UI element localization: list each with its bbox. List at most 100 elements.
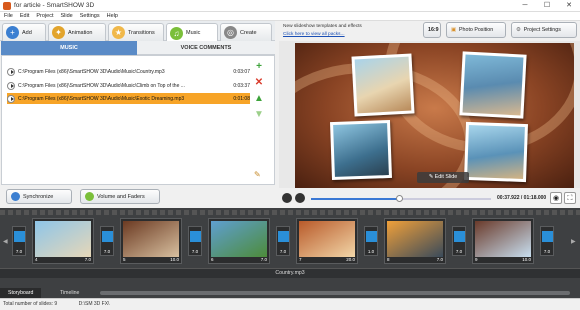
menu-bar: File Edit Project Slide Settings Help [0, 12, 580, 21]
camera-icon[interactable]: ◉ [550, 192, 562, 204]
volume-icon [85, 192, 94, 201]
tab-create[interactable]: ◎ Create [220, 23, 272, 41]
scroll-left-icon[interactable]: ◀ [3, 238, 8, 245]
tab-transitions[interactable]: ★ Transitions [108, 23, 164, 41]
volume-faders-button[interactable]: Volume and Faders [80, 189, 160, 204]
track-duration: 0:03:07 [233, 68, 250, 75]
menu-slide[interactable]: Slide [60, 12, 72, 20]
photo-image [462, 54, 524, 116]
status-bar: Total number of slides: 9 D:\SM 3D FX\ [0, 298, 580, 309]
transition-thumb[interactable]: 7.0 [540, 226, 554, 256]
slide-image [299, 221, 355, 257]
track-duration: 0:01:08 [233, 95, 250, 102]
photo-position-label: Photo Position [459, 27, 494, 33]
maximize-button[interactable]: ☐ [536, 0, 558, 12]
slide-thumb[interactable]: 6 7.0 [208, 218, 270, 264]
menu-project[interactable]: Project [36, 12, 53, 20]
preview-toolbar: New slideshow templates and effects Clic… [279, 21, 580, 41]
minimize-button[interactable]: ─ [514, 0, 536, 12]
play-icon[interactable] [282, 193, 292, 203]
view-tabs: Storyboard Timeline [0, 288, 580, 298]
fullscreen-icon[interactable]: ⛶ [564, 192, 576, 204]
music-footer: Synchronize Volume and Faders [0, 186, 275, 208]
volume-faders-label: Volume and Faders [97, 193, 145, 200]
music-track[interactable]: C:\Program Files (x86)\SmartSHOW 3D\Audi… [7, 66, 250, 77]
music-track[interactable]: C:\Program Files (x86)\SmartSHOW 3D\Audi… [7, 80, 250, 91]
slide-duration: 10.0 [522, 257, 531, 262]
transition-duration: 7.0 [15, 249, 23, 254]
slide-thumb[interactable]: 8 7.0 [384, 218, 446, 264]
transition-thumb[interactable]: 7.0 [12, 226, 26, 256]
tab-music-list[interactable]: MUSIC [1, 41, 137, 55]
photo-position-button[interactable]: ▣ Photo Position [446, 22, 506, 38]
transition-thumb[interactable]: 1.0 [364, 226, 378, 256]
tab-storyboard[interactable]: Storyboard [0, 288, 42, 298]
remove-track-icon[interactable]: ✕ [253, 77, 265, 89]
move-up-icon[interactable]: ▲ [253, 93, 265, 105]
tab-animation-label: Animation [68, 29, 93, 36]
transition-thumb[interactable]: 7.0 [188, 226, 202, 256]
tab-animation[interactable]: ✦ Animation [48, 23, 106, 41]
play-track-icon[interactable] [7, 94, 15, 103]
project-path: D:\SM 3D FX\ [78, 301, 110, 307]
play-track-icon[interactable] [7, 67, 15, 76]
slide-preview: ✎ Edit Slide [279, 41, 580, 188]
tab-voice-comments[interactable]: VOICE COMMENTS [137, 41, 275, 55]
menu-edit[interactable]: Edit [20, 12, 29, 20]
tab-add[interactable]: + Add [2, 23, 46, 41]
slide-duration: 7.0 [84, 257, 91, 262]
view-packs-link[interactable]: Click here to view all packs... [283, 31, 362, 39]
aspect-ratio-button[interactable]: 16:9 [423, 22, 441, 38]
stop-icon[interactable] [295, 193, 305, 203]
playback-knob[interactable] [396, 195, 403, 202]
slide-count: Total number of slides: 9 [3, 301, 58, 307]
tab-add-label: Add [22, 29, 32, 36]
tab-timeline[interactable]: Timeline [52, 288, 87, 298]
audio-track-bar[interactable]: Country.mp3 [0, 268, 580, 278]
scroll-right-icon[interactable]: ▶ [571, 238, 576, 245]
collage-photo [330, 119, 392, 181]
add-track-icon[interactable]: + [253, 61, 265, 73]
templates-hint: New slideshow templates and effects Clic… [283, 23, 362, 39]
slide-thumb[interactable]: 7 20.0 [296, 218, 358, 264]
playback-slider[interactable] [311, 195, 491, 202]
tab-music[interactable]: ♫ Music [166, 23, 218, 42]
menu-settings[interactable]: Settings [80, 12, 100, 20]
slide-thumb[interactable]: 4 7.0 [32, 218, 94, 264]
menu-file[interactable]: File [4, 12, 13, 20]
music-track-selected[interactable]: C:\Program Files (x86)\SmartSHOW 3D\Audi… [7, 93, 250, 104]
transition-duration: 7.0 [279, 249, 287, 254]
brush-icon[interactable]: ✎ [254, 170, 261, 179]
photo-position-icon: ▣ [451, 27, 457, 33]
transition-thumb[interactable]: 7.0 [276, 226, 290, 256]
transitions-icon: ★ [112, 26, 125, 39]
menu-help[interactable]: Help [107, 12, 118, 20]
transition-thumb[interactable]: 7.0 [100, 226, 114, 256]
create-icon: ◎ [224, 26, 237, 39]
tab-transitions-label: Transitions [128, 29, 155, 36]
edit-slide-button[interactable]: ✎ Edit Slide [417, 172, 469, 183]
transition-icon [366, 231, 377, 242]
storyboard: ◀ ▶ 7.0 4 7.0 7.0 5 10.0 7.0 6 7.0 7.0 7 20.0 1.0 8 7.… [0, 208, 580, 288]
close-button[interactable]: ✕ [558, 0, 580, 12]
transition-icon [102, 231, 113, 242]
track-path: C:\Program Files (x86)\SmartSHOW 3D\Audi… [18, 68, 165, 75]
project-settings-button[interactable]: ⚙ Project Settings [511, 22, 577, 38]
slide-duration: 7.0 [260, 257, 267, 262]
track-duration: 0:03:37 [233, 82, 250, 89]
preview-stage[interactable]: ✎ Edit Slide [295, 43, 574, 188]
gear-icon: ⚙ [516, 27, 521, 33]
music-list-panel: C:\Program Files (x86)\SmartSHOW 3D\Audi… [1, 55, 275, 185]
move-down-icon[interactable]: ▼ [253, 109, 265, 121]
play-track-icon[interactable] [7, 81, 15, 90]
storyboard-scrollbar[interactable] [100, 291, 570, 295]
synchronize-button[interactable]: Synchronize [6, 189, 72, 204]
slide-image [123, 221, 179, 257]
transition-thumb[interactable]: 7.0 [452, 226, 466, 256]
track-actions: + ✕ ▲ ▼ [253, 61, 267, 125]
transition-duration: 7.0 [103, 249, 111, 254]
slide-duration: 20.0 [346, 257, 355, 262]
audio-track-label: Country.mp3 [275, 270, 305, 276]
slide-thumb[interactable]: 9 10.0 [472, 218, 534, 264]
slide-thumb[interactable]: 5 10.0 [120, 218, 182, 264]
